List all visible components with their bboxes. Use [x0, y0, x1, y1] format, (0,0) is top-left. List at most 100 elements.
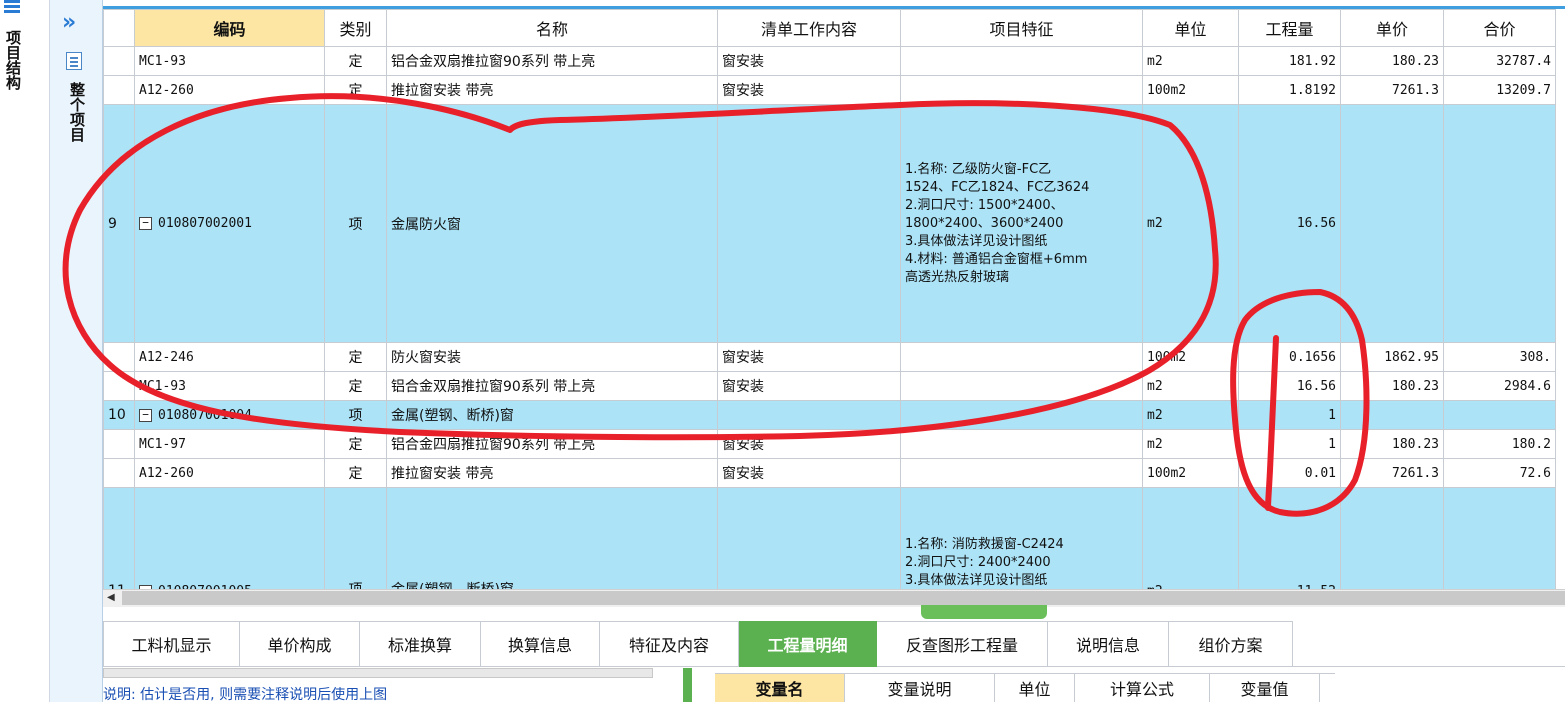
features-cell[interactable]: 1.名称: 乙级防火窗-FC乙 1524、FC乙1824、FC乙3624 2.洞… [900, 104, 1143, 343]
name-cell[interactable]: 推拉窗安装 带亮 [386, 458, 718, 488]
name-cell[interactable]: 铝合金双扇推拉窗90系列 带上亮 [386, 371, 718, 401]
unit-cell[interactable]: m2 [1142, 46, 1239, 76]
category-cell[interactable]: 定 [324, 342, 387, 372]
unit-price-cell[interactable] [1340, 487, 1444, 589]
features-cell[interactable] [900, 342, 1143, 372]
panel-divider[interactable] [683, 668, 692, 702]
name-cell[interactable]: 推拉窗安装 带亮 [386, 75, 718, 105]
row-number-cell[interactable] [103, 458, 135, 488]
column-header-work-content[interactable]: 清单工作内容 [717, 9, 901, 47]
quota-sub-row[interactable]: A12-246 定 防火窗安装 窗安装 100m2 0.1656 1862.95 308. [103, 342, 1556, 372]
tab-standard-conversion[interactable]: 标准换算 [360, 621, 481, 667]
quota-sub-row[interactable]: MC1-97 定 铝合金四扇推拉窗90系列 带上亮 窗安装 m2 1 180.23 180.2 [103, 429, 1556, 459]
unit-price-cell[interactable]: 180.23 [1340, 371, 1444, 401]
tab-features-content[interactable]: 特征及内容 [600, 621, 739, 667]
tab-conversion-info[interactable]: 换算信息 [481, 621, 600, 667]
work-content-cell[interactable] [717, 104, 901, 343]
features-cell[interactable] [900, 429, 1143, 459]
name-cell[interactable]: 铝合金四扇推拉窗90系列 带上亮 [386, 429, 718, 459]
total-cell[interactable]: 13209.7 [1443, 75, 1556, 105]
work-content-cell[interactable]: 窗安装 [717, 46, 901, 76]
quantity-cell[interactable]: 1 [1238, 429, 1341, 459]
column-header-total[interactable]: 合价 [1443, 9, 1556, 47]
tab-pricing-scheme[interactable]: 组价方案 [1169, 621, 1293, 667]
tree-node-whole-project[interactable]: 整个项目 [66, 82, 86, 142]
total-cell[interactable]: 32787.4 [1443, 46, 1556, 76]
code-cell[interactable]: MC1-93 [134, 46, 325, 76]
code-cell[interactable]: −010807001004 [134, 400, 325, 430]
column-header-variable-name[interactable]: 变量名 [715, 674, 845, 702]
quota-sub-row[interactable]: MC1-93 定 铝合金双扇推拉窗90系列 带上亮 窗安装 m2 181.92 180.23… [103, 46, 1556, 76]
name-cell[interactable]: 金属(塑钢、断桥)窗 [386, 400, 718, 430]
unit-cell[interactable]: m2 [1142, 371, 1239, 401]
row-number-cell[interactable]: 11 [103, 487, 135, 589]
code-cell[interactable]: MC1-97 [134, 429, 325, 459]
quota-sub-row[interactable]: MC1-93 定 铝合金双扇推拉窗90系列 带上亮 窗安装 m2 16.56 180.23 2… [103, 371, 1556, 401]
collapse-toggle-icon[interactable]: − [139, 217, 152, 230]
code-cell[interactable]: −010807002001 [134, 104, 325, 343]
unit-cell[interactable]: m2 [1142, 104, 1239, 343]
column-header-name[interactable]: 名称 [386, 9, 718, 47]
row-number-cell[interactable]: 10 [103, 400, 135, 430]
tab-unit-price-composition[interactable]: 单价构成 [240, 621, 360, 667]
bill-item-row[interactable]: 9 −010807002001 项 金属防火窗 1.名称: 乙级防火窗-FC乙 1524… [103, 104, 1556, 343]
unit-price-cell[interactable]: 7261.3 [1340, 75, 1444, 105]
quantity-cell[interactable]: 0.1656 [1238, 342, 1341, 372]
unit-cell[interactable]: 100m2 [1142, 458, 1239, 488]
name-cell[interactable]: 金属防火窗 [386, 104, 718, 343]
unit-price-cell[interactable]: 7261.3 [1340, 458, 1444, 488]
category-cell[interactable]: 定 [324, 75, 387, 105]
quota-sub-row[interactable]: A12-260 定 推拉窗安装 带亮 窗安装 100m2 0.01 7261.3 72.6 [103, 458, 1556, 488]
column-header-variable-desc[interactable]: 变量说明 [845, 674, 995, 702]
column-header-features[interactable]: 项目特征 [900, 9, 1143, 47]
unit-price-cell[interactable]: 180.23 [1340, 46, 1444, 76]
quantity-cell[interactable]: 16.56 [1238, 104, 1341, 343]
unit-price-cell[interactable] [1340, 400, 1444, 430]
code-cell[interactable]: −010807001005 [134, 487, 325, 589]
column-header-unit-price[interactable]: 单价 [1340, 9, 1444, 47]
quantity-cell[interactable]: 11.52 [1238, 487, 1341, 589]
features-cell[interactable]: 1.名称: 消防救援窗-C2424 2.洞口尺寸: 2400*2400 3.具体… [900, 487, 1143, 589]
quantity-cell[interactable]: 1.8192 [1238, 75, 1341, 105]
project-structure-tab[interactable]: 项目结构 [2, 30, 22, 90]
double-chevron-right-icon[interactable]: » [62, 12, 84, 34]
column-header-quantity[interactable]: 工程量 [1238, 9, 1341, 47]
row-number-cell[interactable] [103, 429, 135, 459]
quantity-cell[interactable]: 181.92 [1238, 46, 1341, 76]
menu-icon[interactable] [4, 0, 20, 14]
column-header-unit[interactable]: 单位 [1142, 9, 1239, 47]
tab-description-info[interactable]: 说明信息 [1048, 621, 1169, 667]
code-cell[interactable]: A12-260 [134, 458, 325, 488]
unit-cell[interactable]: m2 [1142, 429, 1239, 459]
row-number-cell[interactable] [103, 75, 135, 105]
quantity-cell[interactable]: 0.01 [1238, 458, 1341, 488]
unit-price-cell[interactable] [1340, 104, 1444, 343]
code-cell[interactable]: A12-246 [134, 342, 325, 372]
unit-price-cell[interactable]: 1862.95 [1340, 342, 1444, 372]
total-cell[interactable] [1443, 104, 1556, 343]
quantity-cell[interactable]: 1 [1238, 400, 1341, 430]
unit-cell[interactable]: m2 [1142, 400, 1239, 430]
panel-splitter-handle[interactable] [921, 605, 1047, 619]
quota-sub-row[interactable]: A12-260 定 推拉窗安装 带亮 窗安装 100m2 1.8192 7261.3 1320… [103, 75, 1556, 105]
features-cell[interactable] [900, 75, 1143, 105]
name-cell[interactable]: 防火窗安装 [386, 342, 718, 372]
row-number-cell[interactable] [103, 46, 135, 76]
column-header-category[interactable]: 类别 [324, 9, 387, 47]
features-cell[interactable] [900, 458, 1143, 488]
name-cell[interactable]: 铝合金双扇推拉窗90系列 带上亮 [386, 46, 718, 76]
total-cell[interactable] [1443, 487, 1556, 589]
category-cell[interactable]: 定 [324, 458, 387, 488]
unit-cell[interactable]: 100m2 [1142, 75, 1239, 105]
total-cell[interactable] [1443, 400, 1556, 430]
bill-item-row[interactable]: 10−010807001004 项金属(塑钢、断桥)窗 m2 1 [103, 400, 1556, 430]
category-cell[interactable]: 定 [324, 371, 387, 401]
category-cell[interactable]: 定 [324, 429, 387, 459]
scrollbar-thumb[interactable] [122, 591, 1565, 605]
features-cell[interactable] [900, 400, 1143, 430]
unit-cell[interactable]: 100m2 [1142, 342, 1239, 372]
total-cell[interactable]: 72.6 [1443, 458, 1556, 488]
column-header-variable-value[interactable]: 变量值 [1210, 674, 1320, 702]
total-cell[interactable]: 308. [1443, 342, 1556, 372]
category-cell[interactable]: 定 [324, 46, 387, 76]
